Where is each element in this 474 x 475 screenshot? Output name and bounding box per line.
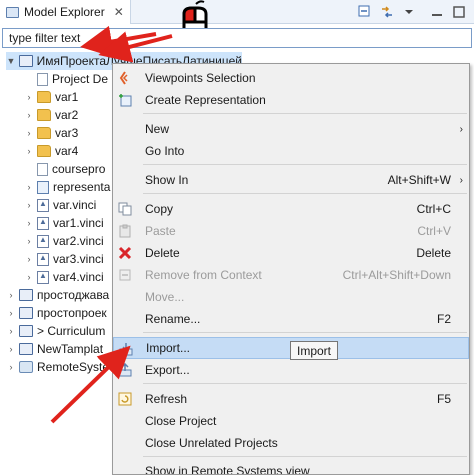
tree-item[interactable]: › var2 — [24, 106, 79, 124]
tree-item-project[interactable]: › RemoteSyste — [6, 358, 110, 376]
menu-item-delete[interactable]: Delete Delete — [113, 242, 469, 264]
folder-icon — [37, 145, 51, 157]
collapsed-twisty-icon[interactable]: › — [24, 146, 34, 156]
tree-item[interactable]: › representa — [24, 178, 111, 196]
import-tooltip: Import — [290, 341, 339, 360]
menu-item-move[interactable]: Move... — [113, 286, 469, 308]
menu-item-remove-from-context[interactable]: Remove from Context Ctrl+Alt+Shift+Down — [113, 264, 469, 286]
create-representation-icon — [117, 92, 133, 108]
menu-item-viewpoints-selection[interactable]: Viewpoints Selection — [113, 67, 469, 89]
vinci-file-icon — [37, 270, 49, 284]
view-titlebar: Model Explorer ✕ — [0, 0, 474, 24]
model-explorer-tab[interactable]: Model Explorer ✕ — [0, 0, 131, 24]
view-menu-icon[interactable] — [400, 3, 418, 21]
tree-item[interactable]: Project De — [24, 70, 108, 88]
menu-separator — [143, 332, 467, 333]
link-with-editor-icon[interactable] — [378, 3, 396, 21]
tree-item[interactable]: › var3 — [24, 124, 79, 142]
context-menu: Viewpoints Selection Create Representati… — [112, 63, 470, 475]
vinci-file-icon — [37, 216, 49, 230]
menu-item-close-unrelated-projects[interactable]: Close Unrelated Projects — [113, 432, 469, 454]
vinci-file-icon — [37, 234, 49, 248]
maximize-icon[interactable] — [450, 3, 468, 21]
project-icon — [19, 307, 33, 319]
menu-item-close-project[interactable]: Close Project — [113, 410, 469, 432]
tree-item[interactable]: ›var3.vinci — [24, 250, 104, 268]
paste-icon — [117, 223, 133, 239]
representation-icon — [37, 180, 49, 194]
collapsed-twisty-icon[interactable]: › — [24, 200, 34, 210]
menu-item-show-in[interactable]: Show In Alt+Shift+W › — [113, 169, 469, 191]
collapsed-twisty-icon[interactable]: › — [24, 182, 34, 192]
collapsed-twisty-icon[interactable]: › — [24, 236, 34, 246]
menu-item-refresh[interactable]: Refresh F5 — [113, 388, 469, 410]
collapsed-twisty-icon[interactable]: › — [24, 254, 34, 264]
model-explorer-icon — [6, 6, 19, 18]
menu-separator — [143, 164, 467, 165]
menu-separator — [143, 113, 467, 114]
tree-item-project[interactable]: › > Curriculum — [6, 322, 106, 340]
export-icon — [117, 362, 133, 378]
collapsed-twisty-icon[interactable]: › — [6, 308, 16, 318]
menu-separator — [143, 383, 467, 384]
refresh-icon — [117, 391, 133, 407]
submenu-arrow-icon: › — [459, 123, 463, 135]
tree-item-project[interactable]: › простопроек — [6, 304, 107, 322]
import-icon — [118, 341, 134, 357]
copy-icon — [117, 201, 133, 217]
collapsed-twisty-icon[interactable]: › — [6, 326, 16, 336]
menu-item-create-representation[interactable]: Create Representation — [113, 89, 469, 111]
menu-item-paste[interactable]: Paste Ctrl+V — [113, 220, 469, 242]
submenu-arrow-icon: › — [459, 174, 463, 186]
close-icon[interactable]: ✕ — [114, 5, 124, 19]
tab-title: Model Explorer — [24, 5, 105, 19]
minimize-icon[interactable] — [428, 3, 446, 21]
tree-item[interactable]: ›var.vinci — [24, 196, 97, 214]
menu-item-go-into[interactable]: Go Into — [113, 140, 469, 162]
menu-item-copy[interactable]: Copy Ctrl+C — [113, 198, 469, 220]
project-icon — [19, 289, 33, 301]
collapsed-twisty-icon[interactable]: › — [24, 272, 34, 282]
vinci-file-icon — [37, 198, 49, 212]
vinci-file-icon — [37, 252, 49, 266]
menu-item-show-in-remote-systems[interactable]: Show in Remote Systems view — [113, 460, 469, 474]
collapsed-twisty-icon[interactable]: › — [24, 110, 34, 120]
collapsed-twisty-icon[interactable]: › — [6, 362, 16, 372]
menu-item-new[interactable]: New › — [113, 118, 469, 140]
menu-item-rename[interactable]: Rename... F2 — [113, 308, 469, 330]
file-icon — [37, 162, 48, 176]
menu-separator — [143, 456, 467, 457]
collapsed-twisty-icon[interactable]: › — [24, 218, 34, 228]
tree-item[interactable]: ›var4.vinci — [24, 268, 104, 286]
tree-item[interactable]: ›var2.vinci — [24, 232, 104, 250]
collapsed-twisty-icon[interactable]: › — [6, 344, 16, 354]
folder-icon — [37, 91, 51, 103]
collapsed-twisty-icon[interactable]: › — [24, 92, 34, 102]
delete-icon — [117, 245, 133, 261]
remove-context-icon — [117, 267, 133, 283]
file-icon — [37, 72, 48, 86]
tree-item[interactable]: coursepro — [24, 160, 105, 178]
project-icon — [19, 325, 33, 337]
collapsed-twisty-icon[interactable]: › — [6, 290, 16, 300]
tree-item-project[interactable]: › простоджава — [6, 286, 110, 304]
folder-icon — [37, 127, 51, 139]
tree-item[interactable]: ›var1.vinci — [24, 214, 104, 232]
filter-input[interactable] — [2, 28, 472, 48]
collapsed-twisty-icon[interactable]: › — [24, 128, 34, 138]
menu-item-export[interactable]: Export... — [113, 359, 469, 381]
remote-systems-icon — [19, 361, 33, 373]
tree-item[interactable]: › var4 — [24, 142, 79, 160]
menu-separator — [143, 193, 467, 194]
project-icon — [19, 343, 33, 355]
tree-item-project[interactable]: › NewTamplat — [6, 340, 104, 358]
tree-item[interactable]: › var1 — [24, 88, 79, 106]
collapse-all-icon[interactable] — [356, 3, 374, 21]
folder-icon — [37, 109, 51, 121]
viewpoints-icon — [117, 70, 133, 86]
expand-twisty-icon[interactable]: ▼ — [6, 56, 16, 66]
project-icon — [18, 55, 33, 67]
